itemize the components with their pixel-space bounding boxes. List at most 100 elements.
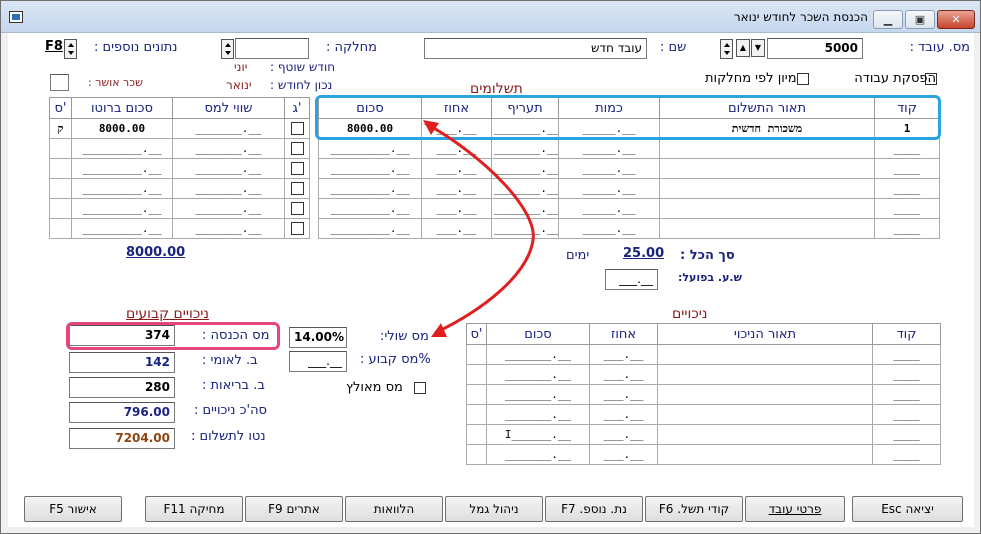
code-cell[interactable]: ____ bbox=[872, 424, 941, 445]
department-field[interactable] bbox=[235, 38, 309, 59]
desc-cell[interactable] bbox=[657, 424, 873, 445]
table-row[interactable]: _________.__ _______.__ bbox=[49, 178, 310, 199]
s-cell[interactable] bbox=[466, 424, 487, 445]
amount-cell[interactable]: _______.__ bbox=[486, 364, 590, 385]
tax-value-cell[interactable]: _______.__ bbox=[172, 218, 285, 239]
table-row[interactable]: _______.__ ___.__ ____ bbox=[466, 364, 941, 385]
qty-cell[interactable]: _____.__ bbox=[558, 178, 660, 199]
g-checkbox[interactable] bbox=[284, 198, 310, 219]
s-cell[interactable] bbox=[466, 364, 487, 385]
amount-cell[interactable]: _________.__ bbox=[318, 218, 422, 239]
table-row[interactable]: _________.__ _______.__ bbox=[49, 198, 310, 219]
extra-data-key[interactable]: F8 bbox=[45, 39, 63, 54]
code-cell[interactable]: ____ bbox=[872, 444, 941, 465]
payment-codes-button[interactable]: קודי תשל. F6 bbox=[645, 496, 743, 522]
gross-cell[interactable]: _________.__ bbox=[71, 138, 173, 159]
extra-data-spin[interactable] bbox=[64, 39, 77, 59]
fixed-tax-field[interactable]: ___.__ bbox=[289, 351, 347, 372]
s-cell[interactable]: ק bbox=[49, 118, 72, 139]
tax-value-cell[interactable]: _______.__ bbox=[172, 158, 285, 179]
s-cell[interactable] bbox=[466, 444, 487, 465]
prev-employee-button[interactable]: ▲ bbox=[736, 39, 750, 57]
employee-spin[interactable] bbox=[720, 39, 733, 59]
desc-cell[interactable] bbox=[659, 218, 875, 239]
table-row[interactable]: _________.__ ___.__ _______.__ _____.__ ____ bbox=[318, 198, 940, 219]
table-row[interactable]: _________.__ ___.__ _______.__ _____.__ ____ bbox=[318, 158, 940, 179]
pension-mgmt-button[interactable]: ניהול גמל bbox=[445, 496, 543, 522]
table-row[interactable]: _________.__ _______.__ bbox=[49, 218, 310, 239]
code-cell[interactable]: ____ bbox=[872, 364, 941, 385]
table-row[interactable]: _________.__ ___.__ _______.__ _____.__ ____ bbox=[318, 178, 940, 199]
qty-cell[interactable]: _____.__ bbox=[558, 138, 660, 159]
desc-cell[interactable] bbox=[659, 198, 875, 219]
code-cell[interactable]: ____ bbox=[874, 158, 940, 179]
g-checkbox[interactable] bbox=[284, 178, 310, 199]
gross-cell[interactable]: _________.__ bbox=[71, 178, 173, 199]
tax-value-cell[interactable]: _______.__ bbox=[172, 198, 285, 219]
tax-value-cell[interactable]: _______.__ bbox=[172, 118, 285, 139]
s-cell[interactable] bbox=[49, 218, 72, 239]
delete-button[interactable]: מחיקה F11 bbox=[145, 496, 243, 522]
desc-cell[interactable] bbox=[657, 444, 873, 465]
pct-cell[interactable]: ___.__ bbox=[589, 424, 658, 445]
gross-cell[interactable]: _________.__ bbox=[71, 158, 173, 179]
amount-cell[interactable]: _______.__ bbox=[486, 344, 590, 365]
employee-details-button[interactable]: פרטי עובד bbox=[745, 496, 845, 522]
maximize-button[interactable]: ▣ bbox=[905, 10, 935, 29]
table-row[interactable]: _________.__ _______.__ bbox=[49, 138, 310, 159]
code-cell[interactable]: ____ bbox=[874, 218, 940, 239]
s-cell[interactable] bbox=[49, 158, 72, 179]
approved-salary-field[interactable] bbox=[50, 74, 69, 91]
code-cell[interactable]: ____ bbox=[872, 344, 941, 365]
code-cell[interactable]: ____ bbox=[872, 404, 941, 425]
tax-value-cell[interactable]: _______.__ bbox=[172, 178, 285, 199]
tax-capital-checkbox[interactable] bbox=[414, 382, 426, 394]
code-cell[interactable]: ____ bbox=[874, 178, 940, 199]
pct-cell[interactable]: ___.__ bbox=[589, 404, 658, 425]
amount-cell[interactable]: _______.__ bbox=[486, 444, 590, 465]
approve-button[interactable]: אישור F5 bbox=[24, 496, 122, 522]
extra-data-button[interactable]: נת. נוספ. F7 bbox=[545, 496, 643, 522]
amount-cell[interactable]: _______.__ bbox=[486, 404, 590, 425]
code-cell[interactable]: ____ bbox=[874, 198, 940, 219]
qty-cell[interactable]: _____.__ bbox=[558, 158, 660, 179]
tax-value-cell[interactable]: _______.__ bbox=[172, 138, 285, 159]
table-row[interactable]: _________.__ ___.__ _______.__ _____.__ ____ bbox=[318, 138, 940, 159]
qty-cell[interactable]: _____.__ bbox=[558, 218, 660, 239]
s-cell[interactable] bbox=[49, 198, 72, 219]
s-cell[interactable] bbox=[466, 344, 487, 365]
s-cell[interactable] bbox=[49, 138, 72, 159]
close-button[interactable]: ✕ bbox=[937, 10, 975, 29]
name-field[interactable]: עובד חדש bbox=[424, 38, 647, 59]
table-row[interactable]: ק 8000.00 _______.__ bbox=[49, 118, 310, 139]
amount-cell[interactable]: _________.__ bbox=[318, 198, 422, 219]
gross-cell[interactable]: _________.__ bbox=[71, 198, 173, 219]
desc-cell[interactable] bbox=[657, 364, 873, 385]
desc-cell[interactable] bbox=[657, 344, 873, 365]
s-cell[interactable] bbox=[466, 404, 487, 425]
desc-cell[interactable] bbox=[657, 404, 873, 425]
desc-cell[interactable] bbox=[659, 178, 875, 199]
gross-cell[interactable]: _________.__ bbox=[71, 218, 173, 239]
employee-no-field[interactable]: 5000 bbox=[767, 38, 863, 59]
desc-cell[interactable] bbox=[659, 138, 875, 159]
next-employee-button[interactable]: ▼ bbox=[751, 39, 765, 57]
gross-cell[interactable]: 8000.00 bbox=[71, 118, 173, 139]
table-row[interactable]: _______.__ ___.__ ____ bbox=[466, 344, 941, 365]
social-security-field[interactable]: 142 bbox=[69, 352, 175, 373]
g-checkbox[interactable] bbox=[284, 158, 310, 179]
pct-cell[interactable]: ___.__ bbox=[589, 444, 658, 465]
amount-cell[interactable]: _________.__ bbox=[318, 178, 422, 199]
department-spin[interactable] bbox=[221, 39, 234, 59]
qty-cell[interactable]: _____.__ bbox=[558, 198, 660, 219]
minimize-button[interactable]: ▁ bbox=[873, 10, 903, 29]
pct-cell[interactable]: ___.__ bbox=[589, 344, 658, 365]
pct-cell[interactable]: ___.__ bbox=[589, 384, 658, 405]
actual-hours-field[interactable]: ___.__ bbox=[605, 269, 658, 290]
code-cell[interactable]: ____ bbox=[872, 384, 941, 405]
table-row[interactable]: _________.__ ___.__ _______.__ _____.__ ____ bbox=[318, 218, 940, 239]
table-row[interactable]: _______.__ ___.__ ____ bbox=[466, 404, 941, 425]
table-row[interactable]: _________.__ _______.__ bbox=[49, 158, 310, 179]
amount-cell[interactable]: I______.__ bbox=[486, 424, 590, 445]
table-row[interactable]: _______.__ ___.__ ____ bbox=[466, 384, 941, 405]
